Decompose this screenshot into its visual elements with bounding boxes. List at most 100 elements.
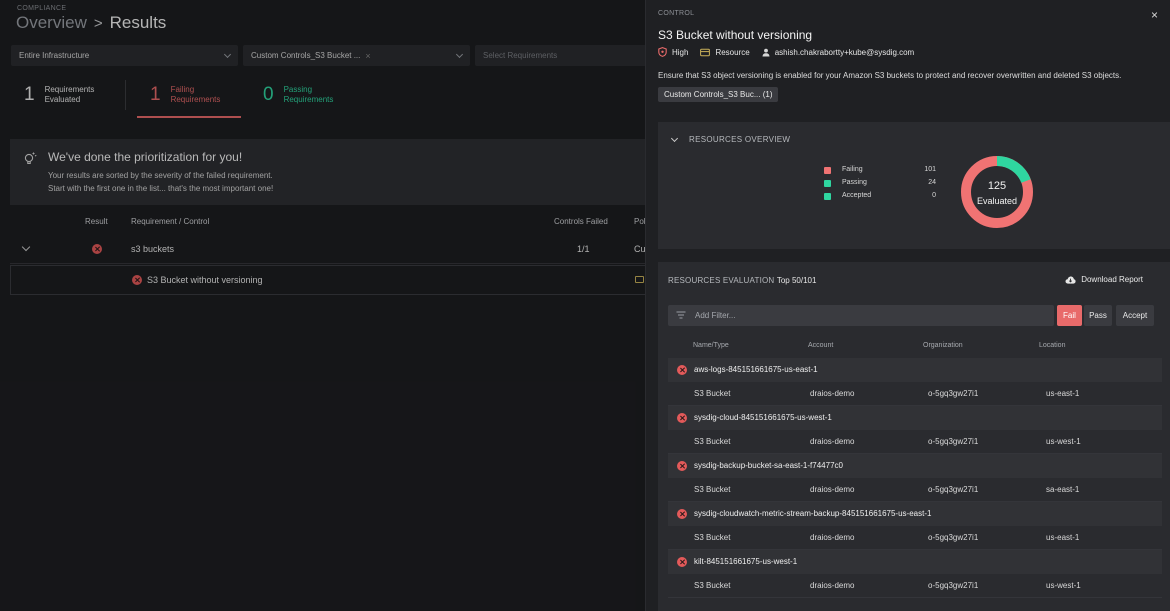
chevron-down-icon	[223, 50, 232, 59]
page-title: Results	[109, 13, 167, 32]
resource-details: S3 Bucket draios-demo o-5gq3gw27i1 sa-ea…	[668, 478, 1162, 502]
compliance-results-page: COMPLIANCE Overview > Results Entire Inf…	[0, 0, 660, 611]
resource-row[interactable]: sysdig-backup-bucket-sa-east-1-f74477c0 …	[668, 454, 1162, 502]
fail-icon	[677, 557, 687, 567]
resource-account: draios-demo	[810, 437, 855, 446]
type-label: Resource	[715, 47, 750, 57]
column-requirement: Requirement / Control	[131, 217, 210, 226]
legend-label: Failing	[842, 166, 863, 173]
table-subrow[interactable]: S3 Bucket without versioning	[10, 265, 660, 295]
close-icon[interactable]: ×	[1151, 8, 1158, 22]
stat-failing-count: 1	[150, 83, 161, 105]
filter-icon	[676, 311, 686, 319]
banner-text-line1: Your results are sorted by the severity …	[48, 171, 273, 180]
resource-row[interactable]: kilt-845151661675-us-west-1 S3 Bucket dr…	[668, 550, 1162, 598]
table-row[interactable]: s3 buckets 1/1 Cu	[10, 234, 660, 264]
resource-organization: o-5gq3gw27i1	[928, 533, 979, 542]
infrastructure-select[interactable]: Entire Infrastructure	[11, 45, 238, 66]
resource-row-header: aws-logs-845151661675-us-east-1	[668, 358, 1162, 382]
controls-select-value: Custom Controls_S3 Bucket ...	[251, 51, 361, 60]
stat-failing[interactable]: 1 Failing Requirements	[137, 71, 241, 118]
legend-accepted: Accepted 0	[824, 192, 936, 205]
stat-evaluated[interactable]: 1 Requirements Evaluated	[10, 71, 125, 118]
fail-icon	[677, 365, 687, 375]
evaluated-donut-chart	[961, 156, 1033, 228]
resource-row-header: kilt-845151661675-us-west-1	[668, 550, 1162, 574]
requirements-select[interactable]: Select Requirements	[475, 45, 660, 66]
stat-evaluated-label: Requirements Evaluated	[44, 84, 95, 104]
fail-filter-button[interactable]: Fail	[1057, 305, 1082, 326]
resource-row[interactable]: sysdig-cloud-845151661675-us-west-1 S3 B…	[668, 406, 1162, 454]
resource-name: sysdig-cloud-845151661675-us-west-1	[694, 413, 832, 422]
control-detail-panel: CONTROL × S3 Bucket without versioning H…	[645, 0, 1170, 611]
column-name-type: Name/Type	[693, 342, 729, 349]
accept-filter-button[interactable]: Accept	[1116, 305, 1154, 326]
table-header: Result Requirement / Control Controls Fa…	[10, 214, 660, 230]
resource-type: S3 Bucket	[694, 437, 731, 446]
policy-icon	[635, 276, 644, 283]
clear-icon[interactable]: ×	[365, 51, 370, 61]
cloud-download-icon	[1065, 276, 1076, 284]
resource-row-header: sysdig-cloudwatch-metric-stream-backup-8…	[668, 502, 1162, 526]
download-report-button[interactable]: Download Report	[1065, 275, 1143, 284]
author-badge: ashish.chakrabortty+kube@sysdig.com	[762, 47, 915, 57]
breadcrumb: Overview > Results	[16, 13, 166, 33]
legend-passing: Passing 24	[824, 179, 936, 192]
resource-row[interactable]: sysdig-cloudwatch-metric-stream-backup-8…	[668, 502, 1162, 550]
stat-passing-label: Passing Requirements	[283, 84, 334, 104]
resource-details: S3 Bucket draios-demo o-5gq3gw27i1 us-ea…	[668, 382, 1162, 406]
resource-organization: o-5gq3gw27i1	[928, 437, 979, 446]
download-report-label: Download Report	[1081, 275, 1143, 284]
fail-icon	[677, 509, 687, 519]
resource-location: us-west-1	[1046, 437, 1081, 446]
resource-location: sa-east-1	[1046, 485, 1080, 494]
panel-title: S3 Bucket without versioning	[658, 28, 813, 42]
resource-row[interactable]: aws-logs-845151661675-us-east-1 S3 Bucke…	[668, 358, 1162, 406]
infrastructure-select-value: Entire Infrastructure	[19, 51, 90, 60]
breadcrumb-overview-link[interactable]: Overview	[16, 13, 87, 33]
section-eyebrow: COMPLIANCE	[17, 5, 67, 12]
legend-value: 101	[924, 166, 936, 173]
legend-value: 0	[932, 192, 936, 199]
shield-icon	[658, 47, 667, 57]
column-organization: Organization	[923, 342, 963, 349]
overview-legend: Failing 101 Passing 24 Accepted 0	[824, 166, 936, 205]
legend-failing: Failing 101	[824, 166, 936, 179]
resources-overview-toggle[interactable]: RESOURCES OVERVIEW	[670, 134, 791, 144]
chevron-down-icon	[455, 50, 464, 59]
resource-details: S3 Bucket draios-demo o-5gq3gw27i1 us-we…	[668, 430, 1162, 454]
controls-select[interactable]: Custom Controls_S3 Bucket ... ×	[243, 45, 470, 66]
resources-evaluation-count: Top 50/101	[776, 276, 817, 285]
resource-organization: o-5gq3gw27i1	[928, 389, 979, 398]
resource-name: sysdig-backup-bucket-sa-east-1-f74477c0	[694, 461, 843, 470]
policy-value: Cu	[634, 244, 646, 254]
resource-details: S3 Bucket draios-demo o-5gq3gw27i1 us-we…	[668, 574, 1162, 598]
type-badge: Resource	[700, 47, 750, 57]
evaluated-label: Evaluated	[976, 196, 1018, 206]
resource-account: draios-demo	[810, 533, 855, 542]
resource-organization: o-5gq3gw27i1	[928, 581, 979, 590]
chevron-down-icon[interactable]	[21, 242, 31, 252]
resource-type: S3 Bucket	[694, 389, 731, 398]
pass-filter-button[interactable]: Pass	[1084, 305, 1112, 326]
resources-evaluation-title: RESOURCES EVALUATION Top 50/101	[668, 276, 817, 285]
fail-icon	[92, 244, 102, 254]
add-filter-input[interactable]: Add Filter...	[668, 305, 1054, 326]
resources-overview-title: RESOURCES OVERVIEW	[689, 135, 791, 144]
control-meta: High Resource ashish.chakrabortty+kube@s…	[658, 47, 926, 57]
resource-type: S3 Bucket	[694, 533, 731, 542]
requirement-name: s3 buckets	[131, 244, 175, 254]
severity-label: High	[672, 47, 689, 57]
policy-chip[interactable]: Custom Controls_S3 Buc... (1)	[658, 87, 779, 102]
author-email: ashish.chakrabortty+kube@sysdig.com	[774, 47, 915, 57]
banner-text-line2: Start with the first one in the list... …	[48, 184, 274, 193]
divider	[125, 80, 126, 110]
column-account: Account	[808, 342, 834, 349]
stat-passing[interactable]: 0 Passing Requirements	[249, 71, 369, 118]
legend-label: Passing	[842, 179, 867, 186]
stat-passing-count: 0	[263, 83, 274, 105]
fail-icon	[677, 461, 687, 471]
evaluated-total: 125	[987, 180, 1007, 192]
user-icon	[762, 48, 770, 56]
breadcrumb-separator: >	[93, 14, 103, 32]
